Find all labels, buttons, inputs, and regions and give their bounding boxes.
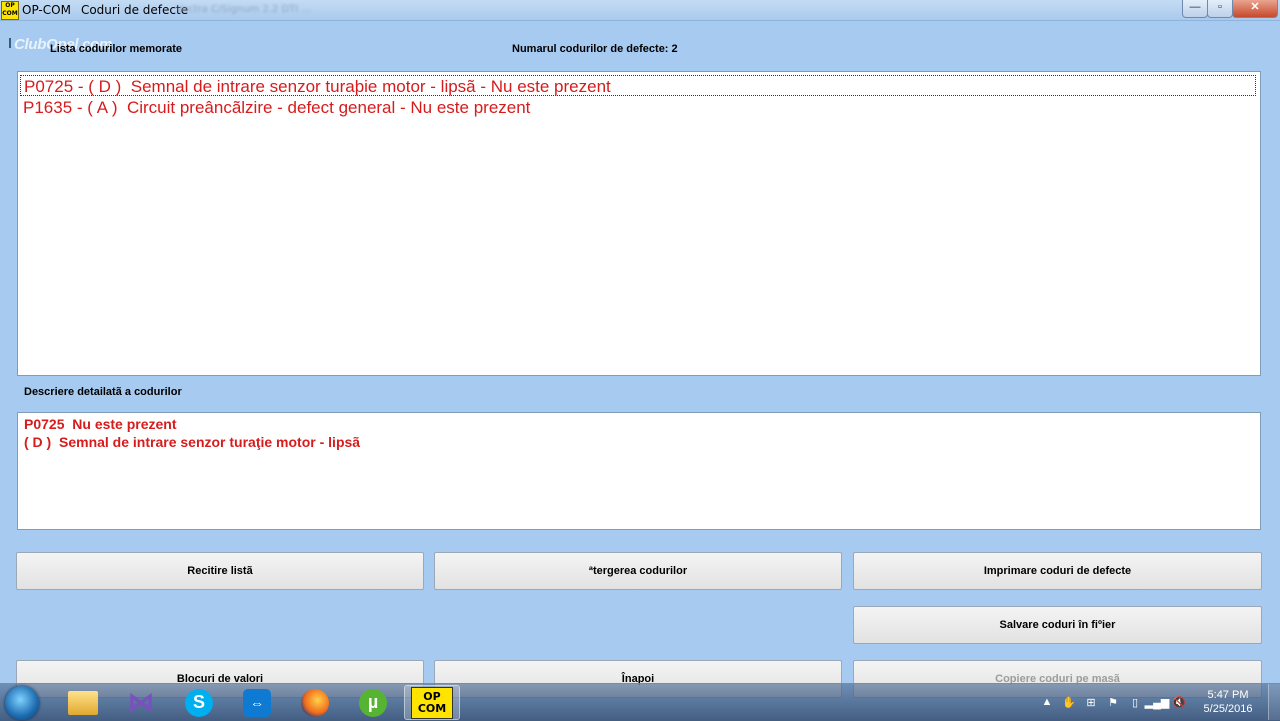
description-line: P0725 Nu este prezent bbox=[24, 416, 177, 432]
tray-battery-icon[interactable]: ▯ bbox=[1127, 694, 1143, 710]
watermark-mark bbox=[9, 38, 11, 48]
description-label: Descriere detailatã a codurilor bbox=[24, 386, 182, 398]
taskbar-skype[interactable]: S bbox=[172, 685, 226, 720]
print-codes-button[interactable]: Imprimare coduri de defecte bbox=[853, 552, 1262, 590]
taskbar: ⋈ S ⇔ µ OP COM ▲ ✋ ⊞ ⚑ ▯ ▂▄▆ 🔇 5:47 PM 5… bbox=[0, 683, 1280, 721]
clock-time: 5:47 PM bbox=[1207, 689, 1249, 701]
taskbar-utorrent[interactable]: µ bbox=[346, 685, 400, 720]
codes-count-label: Numarul codurilor de defecte: 2 bbox=[512, 43, 678, 55]
taskbar-explorer[interactable] bbox=[56, 685, 110, 720]
visual-studio-icon: ⋈ bbox=[128, 687, 154, 717]
save-codes-button[interactable]: Salvare coduri în fiºier bbox=[853, 606, 1262, 644]
description-box[interactable]: P0725 Nu este prezent ( D ) Semnal de in… bbox=[17, 412, 1261, 530]
code-list-item[interactable]: P0725 - ( D ) Semnal de intrare senzor t… bbox=[20, 75, 1256, 96]
tray-flag-icon[interactable]: ⚑ bbox=[1105, 694, 1121, 710]
tray-volume-icon[interactable]: 🔇 bbox=[1171, 694, 1187, 710]
taskbar-teamviewer[interactable]: ⇔ bbox=[230, 685, 284, 720]
opcom-app-icon[interactable]: OP COM bbox=[1, 1, 19, 20]
teamviewer-icon: ⇔ bbox=[243, 688, 271, 717]
opcom-icon: OP COM bbox=[411, 686, 453, 719]
utorrent-icon: µ bbox=[359, 688, 387, 717]
codes-listbox[interactable]: P0725 - ( D ) Semnal de intrare senzor t… bbox=[17, 71, 1261, 376]
description-line: ( D ) Semnal de intrare senzor turaţie m… bbox=[24, 434, 361, 450]
window-title-text: Coduri de defecte bbox=[80, 3, 189, 17]
window-title: OP-COM Coduri de defecte bbox=[22, 3, 188, 17]
show-desktop-button[interactable] bbox=[1268, 684, 1280, 720]
tray-windows-icon[interactable]: ⊞ bbox=[1083, 694, 1099, 710]
system-tray: ▲ ✋ ⊞ ⚑ ▯ ▂▄▆ 🔇 bbox=[1036, 684, 1190, 720]
window-title-extra: Vectra C/Signum 2.2 DTI ... bbox=[176, 4, 312, 15]
tray-signal-icon[interactable]: ▂▄▆ bbox=[1145, 694, 1170, 710]
clock-date: 5/25/2016 bbox=[1203, 703, 1253, 715]
code-list-item[interactable]: P1635 - ( A ) Circuit preâncãlzire - def… bbox=[20, 97, 1256, 118]
taskbar-firefox[interactable] bbox=[288, 685, 342, 720]
tray-expand-icon[interactable]: ▲ bbox=[1039, 694, 1055, 710]
taskbar-clock[interactable]: 5:47 PM 5/25/2016 bbox=[1198, 688, 1258, 716]
title-bar: OP COM OP-COM Coduri de defecte Vectra C/… bbox=[0, 0, 1280, 21]
tray-hand-icon[interactable]: ✋ bbox=[1061, 694, 1077, 710]
window-app-name: OP-COM bbox=[22, 3, 71, 17]
minimize-button[interactable]: — bbox=[1182, 0, 1208, 18]
maximize-button[interactable]: ▫ bbox=[1207, 0, 1233, 18]
folder-icon bbox=[68, 690, 98, 715]
start-button[interactable] bbox=[5, 686, 39, 720]
reread-list-button[interactable]: Recitire listã bbox=[16, 552, 424, 590]
erase-codes-button[interactable]: ªtergerea codurilor bbox=[434, 552, 842, 590]
firefox-icon bbox=[301, 688, 329, 717]
taskbar-visual-studio[interactable]: ⋈ bbox=[114, 685, 168, 720]
codes-list-label: Lista codurilor memorate bbox=[50, 43, 183, 55]
skype-icon: S bbox=[185, 688, 213, 717]
close-button[interactable]: ✕ bbox=[1232, 0, 1278, 18]
taskbar-opcom[interactable]: OP COM bbox=[404, 685, 460, 720]
